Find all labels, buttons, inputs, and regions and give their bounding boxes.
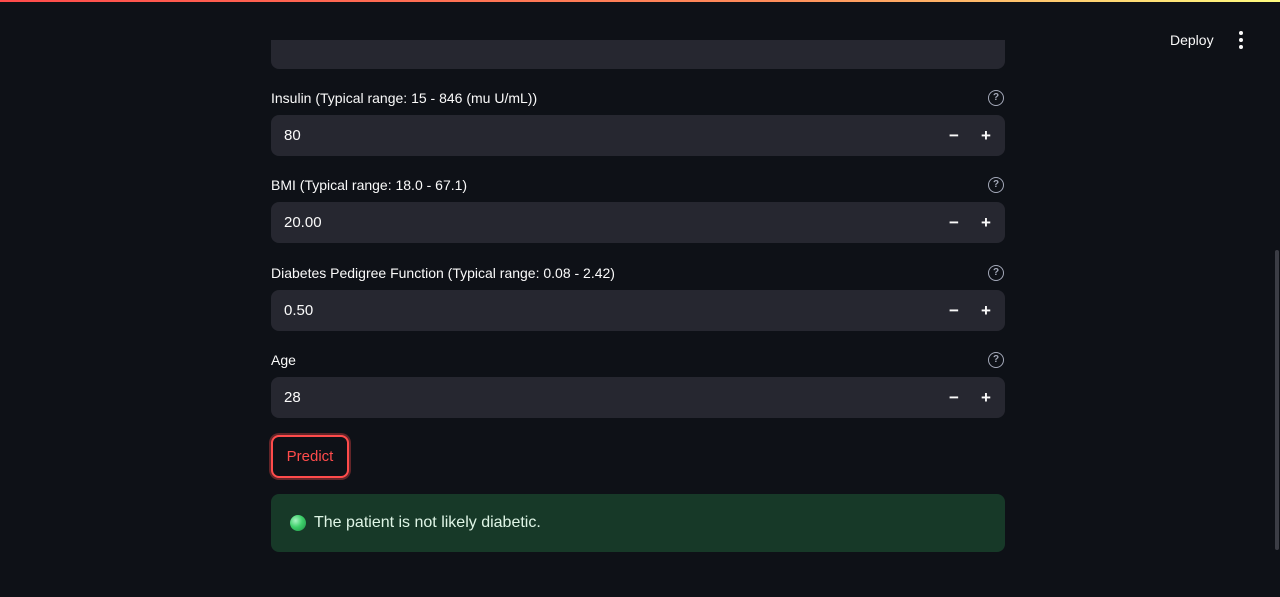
- scrollbar[interactable]: [1275, 250, 1279, 550]
- help-icon[interactable]: ?: [988, 90, 1004, 106]
- help-icon[interactable]: ?: [988, 352, 1004, 368]
- age-value-input[interactable]: [271, 388, 938, 407]
- decrement-button[interactable]: −: [938, 202, 970, 243]
- increment-button[interactable]: +: [970, 202, 1002, 243]
- insulin-input: − +: [271, 115, 1005, 156]
- increment-button[interactable]: +: [970, 290, 1002, 331]
- increment-button[interactable]: +: [970, 377, 1002, 418]
- prediction-result-alert: The patient is not likely diabetic.: [271, 494, 1005, 552]
- decrement-button[interactable]: −: [938, 115, 970, 156]
- insulin-value-input[interactable]: [271, 126, 938, 145]
- pedigree-label: Diabetes Pedigree Function (Typical rang…: [271, 265, 615, 281]
- insulin-label: Insulin (Typical range: 15 - 846 (mu U/m…: [271, 90, 538, 106]
- decrement-button[interactable]: −: [938, 377, 970, 418]
- previous-number-input[interactable]: [271, 40, 1005, 69]
- predict-button[interactable]: Predict: [271, 435, 349, 478]
- pedigree-input: − +: [271, 290, 1005, 331]
- green-circle-icon: [290, 515, 306, 531]
- prediction-result-text: The patient is not likely diabetic.: [314, 514, 541, 531]
- deploy-button[interactable]: Deploy: [1160, 26, 1224, 54]
- pedigree-value-input[interactable]: [271, 301, 938, 320]
- bmi-label: BMI (Typical range: 18.0 - 67.1): [271, 177, 468, 193]
- kebab-menu-icon[interactable]: [1230, 26, 1252, 54]
- age-input: − +: [271, 377, 1005, 418]
- help-icon[interactable]: ?: [988, 177, 1004, 193]
- increment-button[interactable]: +: [970, 115, 1002, 156]
- age-label: Age: [271, 352, 296, 368]
- bmi-input: − +: [271, 202, 1005, 243]
- bmi-value-input[interactable]: [271, 213, 938, 232]
- decrement-button[interactable]: −: [938, 290, 970, 331]
- help-icon[interactable]: ?: [988, 265, 1004, 281]
